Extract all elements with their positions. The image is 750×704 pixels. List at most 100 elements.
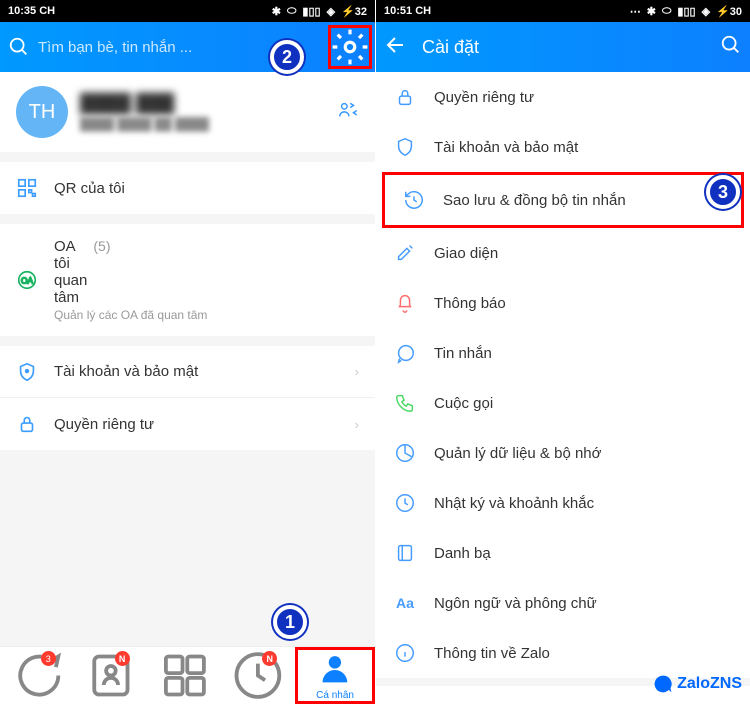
label: Quản lý dữ liệu & bộ nhớ: [434, 445, 732, 462]
label: Tin nhắn: [434, 345, 732, 362]
phone-right: 10:51 CH ⋯ ✱ ⬭ ▮▯▯ ◈ ⚡30 Cài đặt Quyền r…: [376, 0, 750, 704]
marker-2: 2: [270, 40, 304, 74]
row-about[interactable]: Thông tin về Zalo: [376, 628, 750, 678]
zalo-logo-icon: [653, 674, 673, 694]
row-language[interactable]: Aa Ngôn ngữ và phông chữ: [376, 578, 750, 628]
vpn-icon: ⬭: [287, 5, 296, 18]
settings-list: Quyền riêng tư Tài khoản và bảo mật Sao …: [376, 72, 750, 704]
label: Tài khoản và bảo mật: [434, 139, 732, 156]
profile-name: ████ ███: [80, 93, 209, 114]
label: Giao diện: [434, 245, 732, 262]
bluetooth-icon: ✱: [647, 5, 656, 18]
label: Thông báo: [434, 295, 732, 312]
row-account[interactable]: Tài khoản và bảo mật ›: [0, 346, 375, 398]
profile-section[interactable]: TH ████ ███ ████ ████ ██ ████: [0, 72, 375, 152]
search-icon[interactable]: [8, 36, 30, 58]
phone-left: 10:35 CH ✱ ⬭ ▮▯▯ ◈ ⚡32 Tìm bạn bè, tin n…: [0, 0, 375, 704]
menu-list-3: Tài khoản và bảo mật › Quyền riêng tư ›: [0, 346, 375, 450]
row-contacts[interactable]: Danh bạ: [376, 528, 750, 578]
tab-profile[interactable]: Cá nhân: [295, 647, 375, 704]
label: Ngôn ngữ và phông chữ: [434, 595, 732, 612]
header-title: Cài đặt: [422, 37, 479, 58]
oa-icon: OA: [16, 269, 38, 291]
lock-icon: [394, 86, 416, 108]
row-messages[interactable]: Tin nhắn: [376, 328, 750, 378]
status-bar: 10:35 CH ✱ ⬭ ▮▯▯ ◈ ⚡32: [0, 0, 375, 22]
label: Quyền riêng tư: [434, 89, 732, 106]
menu-list-2: OA OA tôi quan tâm (5) Quản lý các OA đã…: [0, 224, 375, 336]
brush-icon: [394, 242, 416, 264]
menu-list-1: QR của tôi: [0, 162, 375, 214]
status-icons: ⋯ ✱ ⬭ ▮▯▯ ◈ ⚡30: [630, 5, 742, 18]
row-notifications[interactable]: Thông báo: [376, 278, 750, 328]
tab-bar: 3 N N Cá nhân: [0, 646, 375, 704]
tab-timeline[interactable]: N: [221, 647, 295, 704]
row-display[interactable]: Giao diện: [376, 228, 750, 278]
marker-3: 3: [706, 175, 740, 209]
tab-discover[interactable]: [148, 647, 222, 704]
row-account-label: Tài khoản và bảo mật: [54, 363, 339, 380]
row-oa-count: (5): [93, 238, 110, 254]
label: Cuộc gọi: [434, 395, 732, 412]
contacts-badge: N: [115, 651, 130, 666]
font-icon: Aa: [394, 592, 416, 614]
shield-icon: [394, 136, 416, 158]
status-time: 10:35 CH: [8, 5, 55, 17]
row-oa[interactable]: OA OA tôi quan tâm (5) Quản lý các OA đã…: [0, 224, 375, 336]
shield-icon: [16, 361, 38, 383]
swap-icon: [394, 700, 416, 704]
row-account[interactable]: Tài khoản và bảo mật: [376, 122, 750, 172]
book-icon: [394, 542, 416, 564]
battery-icon: ⚡30: [716, 5, 742, 18]
clock-icon: [394, 492, 416, 514]
search-input[interactable]: Tìm bạn bè, tin nhắn ...: [38, 39, 367, 56]
status-icons: ✱ ⬭ ▮▯▯ ◈ ⚡32: [272, 5, 367, 18]
history-icon: [403, 189, 425, 211]
status-bar: 10:51 CH ⋯ ✱ ⬭ ▮▯▯ ◈ ⚡30: [376, 0, 750, 22]
vpn-icon: ⬭: [662, 5, 671, 18]
status-time: 10:51 CH: [384, 5, 431, 17]
marker-1: 1: [273, 605, 307, 639]
search-header: Tìm bạn bè, tin nhắn ...: [0, 22, 375, 72]
tab-profile-label: Cá nhân: [316, 690, 354, 701]
signal-icon: ▮▯▯: [302, 5, 320, 18]
battery-icon: ⚡32: [341, 5, 367, 18]
signal-icon: ▮▯▯: [677, 5, 695, 18]
search-icon[interactable]: [720, 34, 742, 61]
row-calls[interactable]: Cuộc gọi: [376, 378, 750, 428]
label: Danh bạ: [434, 545, 732, 562]
row-oa-label: OA tôi quan tâm: [54, 238, 87, 306]
switch-account-icon[interactable]: [337, 99, 359, 126]
row-oa-sub: Quản lý các OA đã quan tâm: [54, 308, 359, 322]
chevron-right-icon: ›: [355, 364, 359, 379]
row-backup[interactable]: Sao lưu & đồng bộ tin nhắn: [382, 172, 744, 228]
lock-icon: [16, 413, 38, 435]
qr-icon: [16, 177, 38, 199]
row-timeline[interactable]: Nhật ký và khoảnh khắc: [376, 478, 750, 528]
watermark: ZaloZNS: [653, 674, 742, 694]
tab-messages[interactable]: 3: [0, 647, 74, 704]
label: Nhật ký và khoảnh khắc: [434, 495, 732, 512]
row-privacy[interactable]: Quyền riêng tư ›: [0, 398, 375, 450]
messages-badge: 3: [41, 651, 56, 666]
row-qr[interactable]: QR của tôi: [0, 162, 375, 214]
row-data[interactable]: Quản lý dữ liệu & bộ nhớ: [376, 428, 750, 478]
info-icon: [394, 642, 416, 664]
label: Thông tin về Zalo: [434, 645, 732, 662]
row-privacy-label: Quyền riêng tư: [54, 416, 339, 433]
phone-icon: [394, 392, 416, 414]
bell-icon: [394, 292, 416, 314]
wifi-icon: ◈: [702, 5, 710, 18]
tab-contacts[interactable]: N: [74, 647, 148, 704]
profile-sub: ████ ████ ██ ████: [80, 117, 209, 131]
back-icon[interactable]: [384, 33, 408, 62]
settings-icon[interactable]: [328, 25, 372, 69]
chevron-right-icon: ›: [355, 417, 359, 432]
label: Sao lưu & đồng bộ tin nhắn: [443, 192, 723, 209]
wifi-icon: ◈: [327, 5, 335, 18]
watermark-text: ZaloZNS: [677, 675, 742, 693]
chat-icon: [394, 342, 416, 364]
row-privacy[interactable]: Quyền riêng tư: [376, 72, 750, 122]
avatar: TH: [16, 86, 68, 138]
svg-text:OA: OA: [21, 277, 33, 286]
